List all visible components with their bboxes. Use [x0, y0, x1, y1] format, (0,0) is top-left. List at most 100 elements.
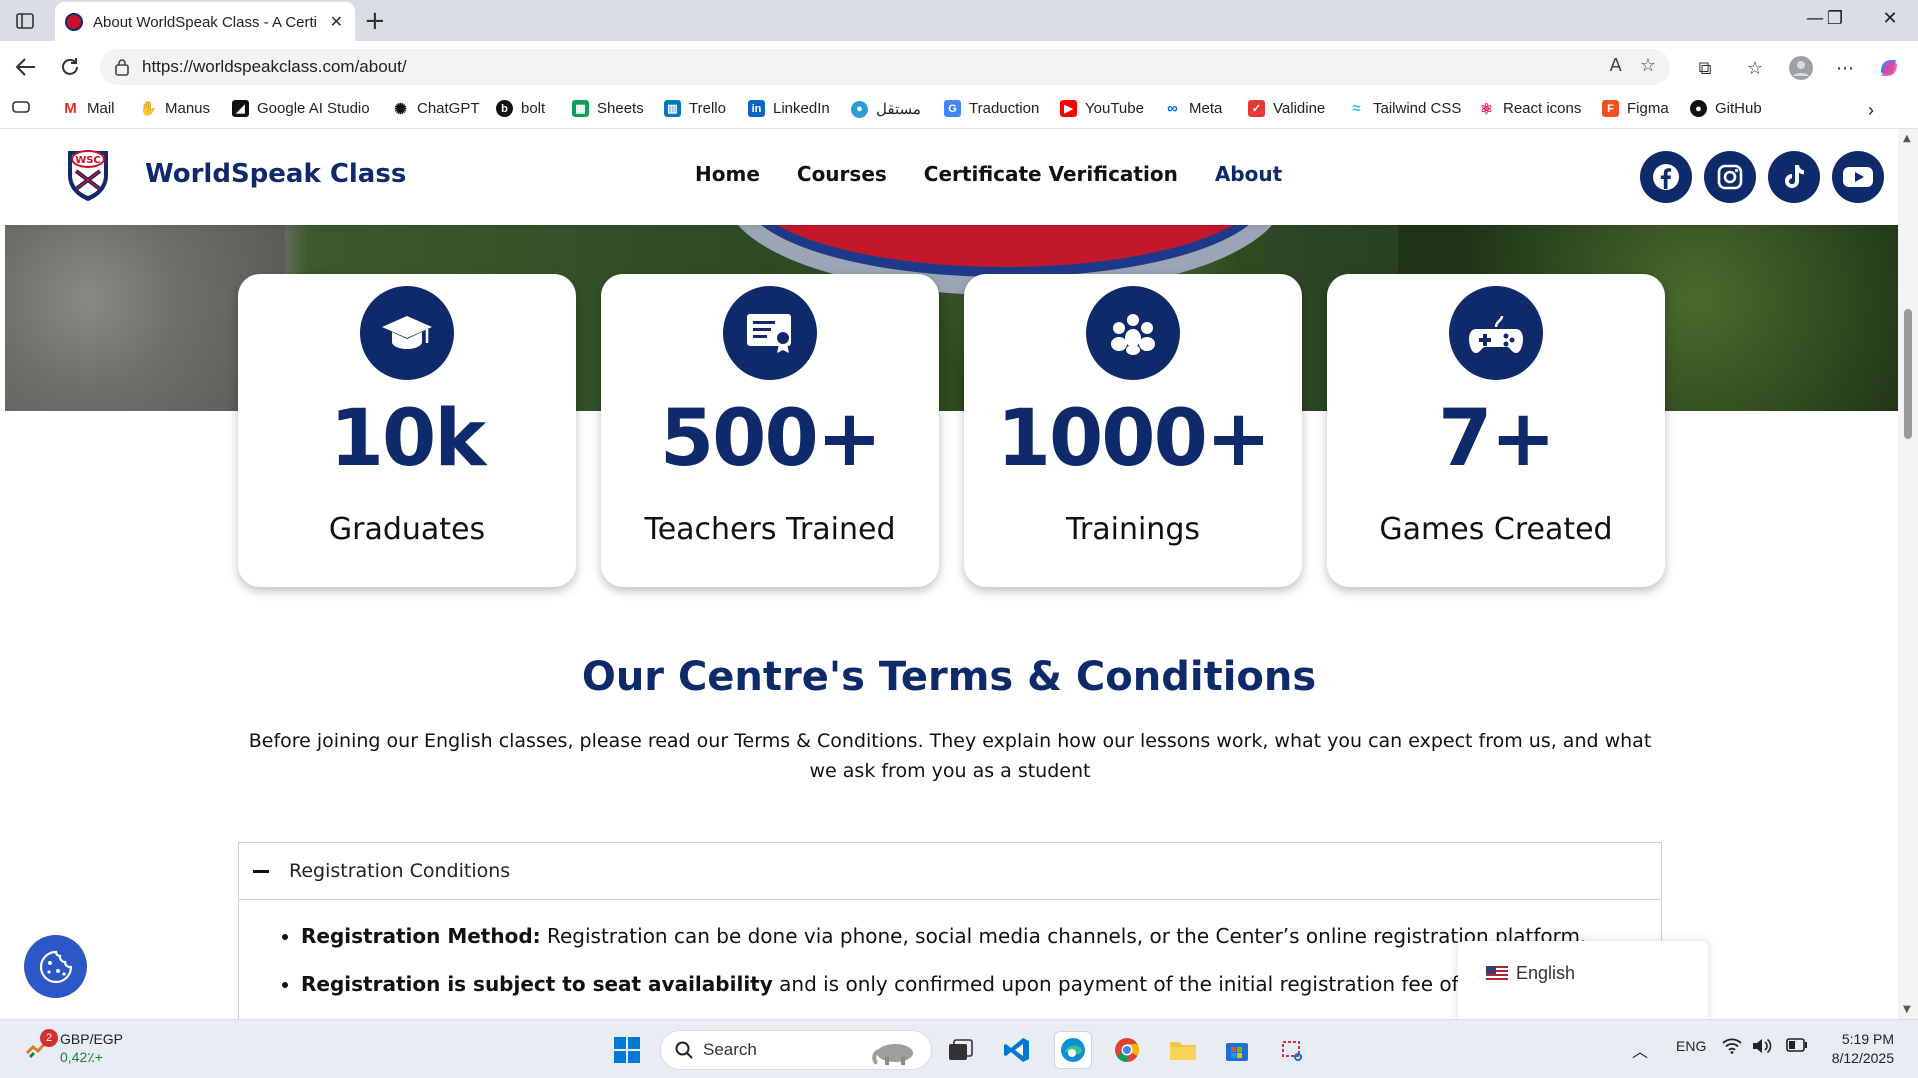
stat-label: Teachers Trained — [644, 512, 896, 547]
back-icon[interactable] — [12, 53, 40, 81]
bookmark-chatgpt[interactable]: ✺ ChatGPT — [392, 100, 479, 118]
bolt-icon: b — [496, 100, 513, 117]
favorite-star-icon[interactable]: ☆ — [1640, 55, 1656, 76]
windows-taskbar: GBP/EGP 0,42٪+ 2 Search ︿ ENG 5:19 PM 8/… — [0, 1019, 1918, 1078]
vscode-icon[interactable] — [998, 1031, 1036, 1069]
manus-icon: ✋ — [139, 100, 158, 116]
bookmark-github[interactable]: ● GitHub — [1690, 100, 1762, 117]
list-item: Registration Method: Registration can be… — [301, 912, 1661, 960]
start-windows-icon[interactable] — [608, 1031, 646, 1069]
youtube-icon[interactable] — [1832, 151, 1884, 203]
accordion-header-registration[interactable]: Registration Conditions — [239, 843, 1661, 900]
more-menu-icon[interactable]: ⋯ — [1832, 55, 1858, 81]
cookie-settings-button[interactable] — [24, 935, 87, 998]
system-clock[interactable]: 5:19 PM 8/12/2025 — [1832, 1030, 1894, 1068]
microsoft-store-icon[interactable] — [1218, 1031, 1256, 1069]
meta-icon: ∞ — [1167, 100, 1178, 117]
snipping-tool-icon[interactable] — [1274, 1031, 1312, 1069]
bookmark-google-ai-studio[interactable]: ◢ Google AI Studio — [232, 100, 370, 117]
site-info-icon[interactable] — [114, 58, 130, 80]
brand-name[interactable]: WorldSpeak Class — [145, 159, 406, 189]
bookmark-linkedin[interactable]: in LinkedIn — [748, 100, 830, 117]
scrollbar-thumb[interactable] — [1904, 309, 1912, 439]
notification-badge: 2 — [40, 1029, 58, 1047]
address-bar[interactable]: https://worldspeakclass.com/about/ A ☆ — [100, 49, 1670, 85]
bookmarks-bar: M Mail ✋ Manus ◢ Google AI Studio ✺ ChatGPT … — [0, 91, 1918, 129]
bookmark-mostaql[interactable]: ● مستقل — [851, 100, 921, 118]
bookmark-trello[interactable]: ▥ Trello — [664, 100, 726, 117]
tiktok-icon[interactable] — [1768, 151, 1820, 203]
cookie-icon — [39, 950, 72, 983]
refresh-icon[interactable] — [56, 53, 84, 81]
collapse-minus-icon[interactable] — [253, 869, 269, 873]
tab-close-icon[interactable]: ✕ — [330, 12, 343, 31]
task-view-icon[interactable] — [942, 1031, 980, 1069]
tray-overflow-chevron-icon[interactable]: ︿ — [1632, 1038, 1648, 1062]
graduation-cap-icon — [360, 286, 454, 380]
edge-browser-icon[interactable] — [1054, 1031, 1092, 1069]
tab-favicon-icon — [65, 13, 83, 31]
browser-tab-strip: About WorldSpeak Class - A Certi ✕ + — ❐… — [0, 0, 1918, 42]
taskbar-search[interactable]: Search — [660, 1030, 932, 1070]
bookmark-bolt[interactable]: b bolt — [496, 100, 545, 117]
read-aloud-icon[interactable]: A — [1610, 55, 1622, 76]
bookmarks-overflow-chevron-icon[interactable]: › — [1868, 100, 1874, 121]
scroll-down-icon[interactable]: ▼ — [1903, 1004, 1911, 1015]
battery-icon[interactable] — [1786, 1038, 1808, 1055]
chrome-icon[interactable] — [1108, 1031, 1146, 1069]
bookmark-figma[interactable]: F Figma — [1602, 100, 1669, 117]
page-viewport: WSC WorldSpeak Class Home Courses Certif… — [0, 129, 1898, 1019]
github-icon: ● — [1690, 100, 1707, 117]
stock-ticker-widget[interactable]: GBP/EGP 0,42٪+ — [24, 1030, 123, 1066]
favorites-icon[interactable]: ☆ — [1742, 55, 1768, 81]
extensions-icon[interactable]: ⧉ — [1692, 55, 1718, 81]
nav-home[interactable]: Home — [695, 162, 760, 186]
file-explorer-icon[interactable] — [1164, 1031, 1202, 1069]
bookmark-traduction[interactable]: G Traduction — [944, 100, 1039, 117]
list-item: Registration is subject to seat availabi… — [301, 960, 1661, 1008]
gmail-icon: M — [62, 100, 79, 117]
profile-avatar-icon[interactable] — [1788, 55, 1814, 81]
nav-courses[interactable]: Courses — [797, 162, 887, 186]
trello-icon: ▥ — [664, 100, 681, 117]
search-placeholder: Search — [703, 1040, 757, 1059]
new-tab-icon[interactable]: + — [364, 6, 386, 36]
tab-title: About WorldSpeak Class - A Certi — [93, 13, 317, 31]
reading-list-icon[interactable] — [12, 100, 30, 114]
wsc-logo[interactable]: WSC — [64, 147, 112, 209]
stat-card-trainings: 1000+ Trainings — [964, 274, 1302, 587]
language-switcher[interactable]: English — [1458, 941, 1708, 1019]
terms-accordion: Registration Conditions Registration Met… — [238, 842, 1662, 1019]
bookmark-mail[interactable]: M Mail — [62, 100, 115, 117]
accordion-body: Registration Method: Registration can be… — [239, 900, 1661, 1008]
url-text[interactable]: https://worldspeakclass.com/about/ — [142, 57, 407, 77]
bookmark-youtube[interactable]: ▶ YouTube — [1060, 100, 1144, 117]
browser-toolbar: https://worldspeakclass.com/about/ A ☆ ⧉… — [0, 41, 1918, 91]
scroll-up-icon[interactable]: ▲ — [1903, 133, 1911, 144]
ai-studio-icon: ◢ — [232, 100, 249, 117]
sidebar-toggle-icon[interactable] — [10, 8, 40, 34]
clock-date: 8/12/2025 — [1831, 1050, 1894, 1066]
wifi-icon[interactable] — [1722, 1038, 1742, 1057]
stat-card-graduates: 10k Graduates — [238, 274, 576, 587]
bookmark-validine[interactable]: ✓ Validine — [1248, 100, 1325, 117]
bookmark-manus[interactable]: ✋ Manus — [140, 100, 210, 117]
facebook-icon[interactable] — [1640, 151, 1692, 203]
accordion-title: Registration Conditions — [289, 860, 511, 882]
bookmark-tailwind[interactable]: ≈ Tailwind CSS — [1348, 100, 1461, 117]
instagram-icon[interactable] — [1704, 151, 1756, 203]
active-tab[interactable]: About WorldSpeak Class - A Certi ✕ — [55, 2, 355, 42]
input-language[interactable]: ENG — [1676, 1038, 1706, 1054]
nav-certificate-verification[interactable]: Certificate Verification — [924, 162, 1178, 186]
window-close-icon[interactable]: ✕ — [1870, 8, 1910, 29]
nav-about[interactable]: About — [1215, 162, 1282, 186]
volume-icon[interactable] — [1752, 1038, 1772, 1057]
language-label: English — [1516, 963, 1576, 983]
bookmark-sheets[interactable]: ▦ Sheets — [572, 100, 644, 117]
page-scrollbar[interactable]: ▲ ▼ — [1898, 129, 1918, 1019]
restore-icon[interactable]: ❐ — [1815, 8, 1855, 29]
bookmark-meta[interactable]: ∞ Meta — [1164, 100, 1222, 117]
copilot-icon[interactable] — [1876, 55, 1902, 81]
bookmark-react-icons[interactable]: ⚛ React icons — [1478, 100, 1582, 118]
gamepad-icon — [1449, 286, 1543, 380]
